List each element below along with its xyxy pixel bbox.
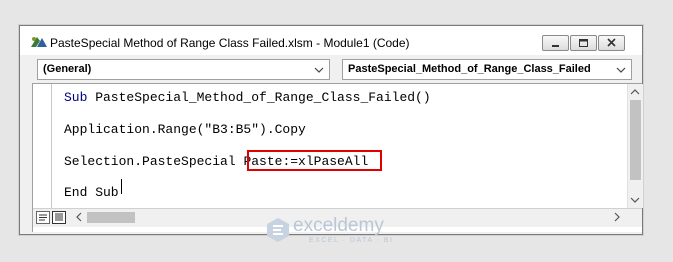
procedure-dropdown[interactable]: PasteSpecial_Method_of_Range_Class_Faile…	[342, 59, 632, 80]
code-editor[interactable]: Sub PasteSpecial_Method_of_Range_Class_F…	[32, 83, 643, 232]
code-line-4[interactable]: End Sub	[64, 185, 119, 200]
chevron-down-icon	[314, 67, 324, 73]
vertical-scroll-thumb[interactable]	[630, 100, 641, 180]
scroll-left-icon[interactable]	[73, 211, 85, 223]
object-dropdown-value: (General)	[43, 63, 92, 75]
window-title: PasteSpecial Method of Range Class Faile…	[50, 36, 410, 50]
scroll-up-icon[interactable]	[629, 86, 641, 98]
code-line-1[interactable]: Sub PasteSpecial_Method_of_Range_Class_F…	[64, 90, 431, 105]
margin-indicator-bar[interactable]	[33, 84, 52, 208]
chevron-down-icon	[616, 67, 626, 73]
code-text-area[interactable]: Sub PasteSpecial_Method_of_Range_Class_F…	[52, 84, 626, 208]
scroll-right-icon[interactable]	[611, 211, 623, 223]
restore-button[interactable]	[570, 35, 597, 51]
object-dropdown[interactable]: (General)	[37, 59, 330, 80]
scroll-down-icon[interactable]	[629, 194, 641, 206]
close-icon	[607, 38, 616, 47]
title-bar[interactable]: PasteSpecial Method of Range Class Faile…	[20, 26, 642, 55]
watermark-name: exceldemy	[293, 215, 384, 236]
exceldemy-watermark: exceldemy EXCEL · DATA · BI	[263, 214, 423, 250]
error-highlight-box	[247, 150, 382, 171]
code-toolbar: (General) PasteSpecial_Method_of_Range_C…	[20, 55, 642, 83]
code-line-2[interactable]: Application.Range("B3:B5").Copy	[64, 122, 306, 137]
procedure-view-icon[interactable]	[36, 211, 50, 224]
procedure-dropdown-value: PasteSpecial_Method_of_Range_Class_Faile…	[348, 63, 591, 75]
vba-code-window: PasteSpecial Method of Range Class Faile…	[19, 25, 643, 235]
code-line-3-call: Selection.PasteSpecial	[64, 154, 244, 169]
full-module-view-icon[interactable]	[52, 211, 66, 224]
minimize-icon	[552, 45, 559, 47]
vertical-scrollbar[interactable]	[627, 84, 643, 208]
restore-icon	[579, 39, 588, 47]
exceldemy-logo-icon	[267, 218, 289, 242]
vba-module-icon	[31, 37, 47, 47]
sub-signature: PasteSpecial_Method_of_Range_Class_Faile…	[87, 90, 431, 105]
keyword-sub: Sub	[64, 90, 88, 105]
watermark-tagline: EXCEL · DATA · BI	[309, 237, 394, 244]
minimize-button[interactable]	[542, 35, 569, 51]
horizontal-scroll-thumb[interactable]	[87, 212, 135, 223]
text-caret	[121, 179, 122, 194]
close-button[interactable]	[598, 35, 625, 51]
